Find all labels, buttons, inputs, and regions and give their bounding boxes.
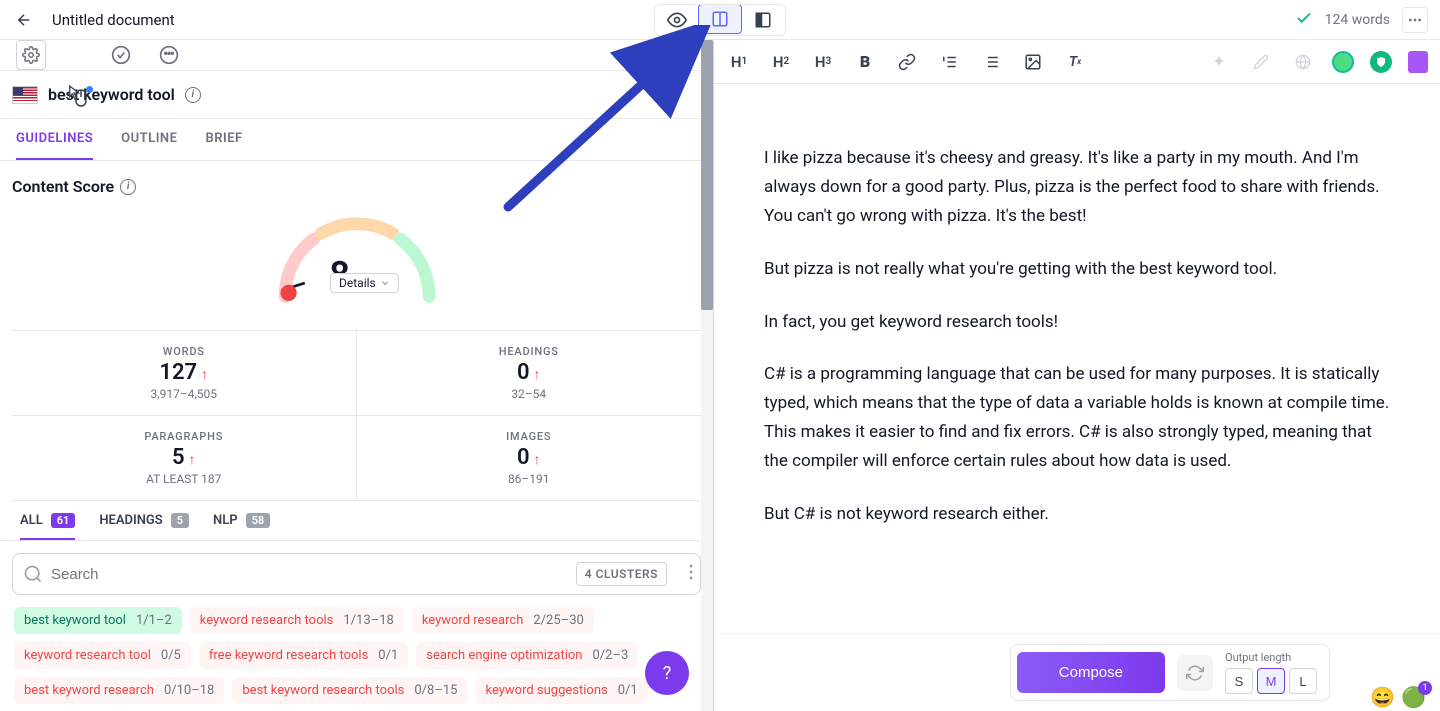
view-preview-button[interactable] <box>655 5 699 35</box>
keyword-chip[interactable]: best keyword tool1/1–2 <box>14 607 182 634</box>
kwtab-all[interactable]: ALL 61 <box>20 513 75 540</box>
clusters-button[interactable]: 4 CLUSTERS <box>576 562 667 586</box>
editor-content[interactable]: I like pizza because it's cheesy and gre… <box>714 84 1440 711</box>
content-score-label: Content Score i <box>12 177 701 196</box>
emoji-badge[interactable]: 🟢1 <box>1401 685 1426 709</box>
refresh-button[interactable] <box>1177 655 1213 691</box>
shield-icon[interactable] <box>1370 51 1392 73</box>
avatar-grammarly[interactable] <box>1332 51 1354 73</box>
avatar-pill[interactable] <box>1408 51 1428 73</box>
stat-paragraphs: PARAGRAPHS 5↑ AT LEAST 187 <box>12 416 357 501</box>
image-button[interactable] <box>1020 49 1046 75</box>
length-l-button[interactable]: L <box>1289 668 1317 694</box>
paragraph[interactable]: In fact, you get keyword research tools! <box>764 308 1390 337</box>
view-full-button[interactable] <box>741 5 785 35</box>
emoji-icon[interactable] <box>154 40 184 70</box>
keyword-chip[interactable]: best keyword research0/10–18 <box>14 677 224 704</box>
keyword-chip[interactable]: search engine optimization0/2–3 <box>416 642 638 669</box>
search-icon <box>23 564 43 584</box>
tab-guidelines[interactable]: GUIDELINES <box>16 119 93 160</box>
tab-brief[interactable]: BRIEF <box>205 119 242 160</box>
link-button[interactable] <box>894 49 920 75</box>
ordered-list-button[interactable] <box>936 49 962 75</box>
gear-icon[interactable] <box>16 40 46 70</box>
stat-headings: HEADINGS 0↑ 32–54 <box>357 331 702 416</box>
more-menu-button[interactable] <box>1402 7 1428 33</box>
bold-button[interactable]: B <box>852 49 878 75</box>
emoji-badge[interactable]: 😄 <box>1370 685 1395 709</box>
paragraph[interactable]: But pizza is not really what you're gett… <box>764 255 1390 284</box>
paragraph[interactable]: C# is a programming language that can be… <box>764 360 1390 476</box>
length-s-button[interactable]: S <box>1225 668 1253 694</box>
keyword-chip[interactable]: keyword research tool0/5 <box>14 642 191 669</box>
word-count: 124 words <box>1325 12 1390 28</box>
check-icon <box>1295 9 1313 31</box>
keyword-chip[interactable]: best keyword research tools0/8–15 <box>232 677 467 704</box>
sparkle-icon[interactable]: ✦ <box>1206 49 1232 75</box>
keyword-chip[interactable]: keyword research2/25–30 <box>412 607 594 634</box>
length-label: Output length <box>1225 651 1317 664</box>
kw-menu-button[interactable] <box>689 564 693 584</box>
globe-icon[interactable] <box>1290 49 1316 75</box>
help-button[interactable]: ? <box>645 651 689 695</box>
length-m-button[interactable]: M <box>1257 668 1285 694</box>
details-button[interactable]: Details <box>330 273 399 293</box>
tab-outline[interactable]: OUTLINE <box>121 119 177 160</box>
info-icon[interactable]: i <box>185 87 201 103</box>
info-icon[interactable]: i <box>120 179 136 195</box>
back-button[interactable] <box>12 8 36 32</box>
keyword-chip[interactable]: keyword suggestions0/1 <box>475 677 647 704</box>
paragraph[interactable]: I like pizza because it's cheesy and gre… <box>764 144 1390 231</box>
kwtab-headings[interactable]: HEADINGS 5 <box>99 513 189 540</box>
h1-button[interactable]: H1 <box>726 49 752 75</box>
stat-words: WORDS 127↑ 3,917–4,505 <box>12 331 357 416</box>
h3-button[interactable]: H3 <box>810 49 836 75</box>
keyword-chip[interactable]: keyword research tools1/13–18 <box>190 607 404 634</box>
view-split-button[interactable] <box>698 4 742 34</box>
compose-button[interactable]: Compose <box>1017 652 1165 693</box>
stat-images: IMAGES 0↑ 86–191 <box>357 416 702 501</box>
bullet-list-button[interactable] <box>978 49 1004 75</box>
pencil-icon[interactable] <box>1248 49 1274 75</box>
check-circle-icon[interactable] <box>106 40 136 70</box>
kwtab-nlp[interactable]: NLP 58 <box>213 513 270 540</box>
view-switcher <box>654 4 786 36</box>
keyword-chip[interactable]: free keyword research tools0/1 <box>199 642 408 669</box>
flag-us-icon <box>12 86 38 104</box>
h2-button[interactable]: H2 <box>768 49 794 75</box>
scrollbar[interactable] <box>701 40 713 711</box>
clear-format-button[interactable]: Tx <box>1062 49 1088 75</box>
document-title[interactable]: Untitled document <box>52 11 175 29</box>
status-dot <box>86 86 93 93</box>
paragraph[interactable]: But C# is not keyword research either. <box>764 500 1390 529</box>
